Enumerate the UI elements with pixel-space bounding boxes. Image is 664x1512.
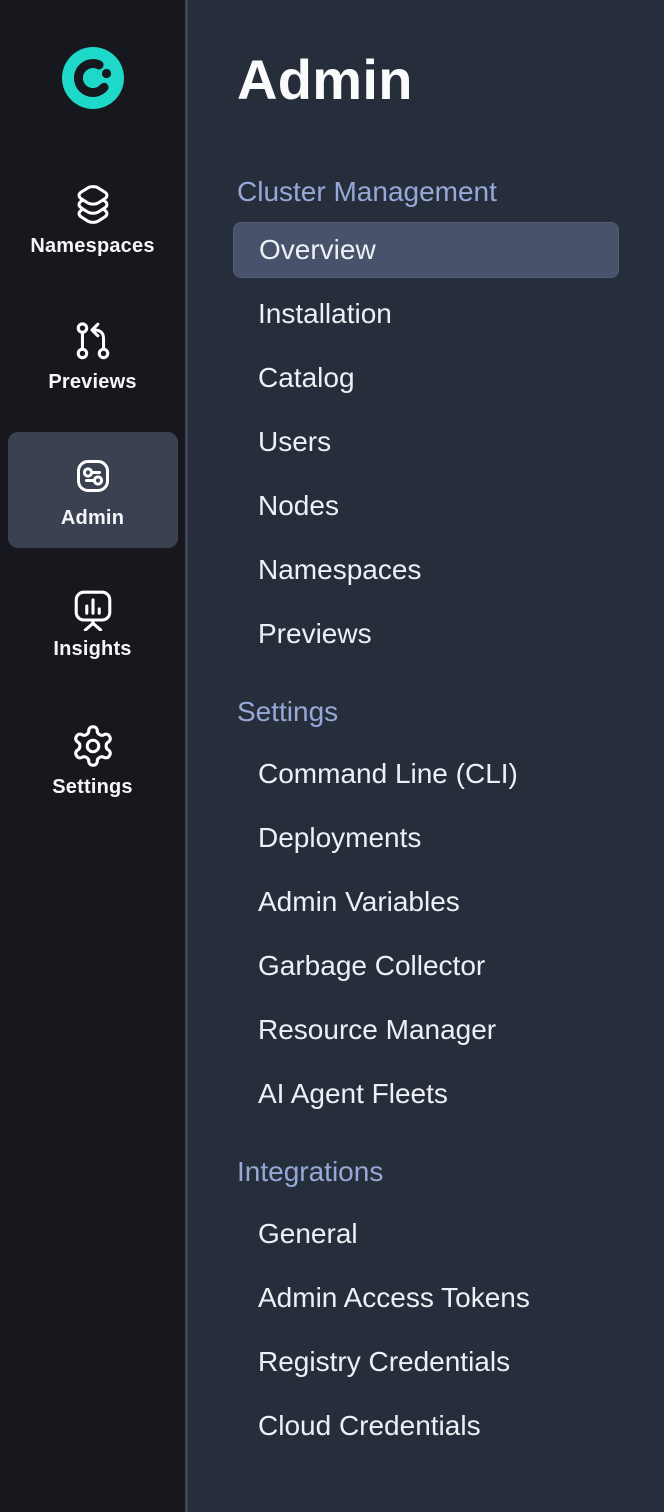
sliders-icon [69, 452, 117, 500]
cluster-management-list: Overview Installation Catalog Users Node… [233, 222, 619, 666]
rail-item-admin-active[interactable]: Admin [8, 432, 178, 548]
rail-item-label: Settings [52, 775, 133, 799]
subnav-item-catalog[interactable]: Catalog [233, 346, 619, 410]
subnav-item-overview[interactable]: Overview [233, 222, 619, 278]
gear-icon [70, 723, 116, 769]
layers-icon [70, 182, 116, 228]
rail-item-label: Previews [48, 370, 136, 394]
rail-item-settings[interactable]: Settings [8, 723, 178, 799]
subnav-item-installation[interactable]: Installation [233, 282, 619, 346]
rail-item-namespaces[interactable]: Namespaces [8, 182, 178, 258]
subnav-item-namespaces[interactable]: Namespaces [233, 538, 619, 602]
subnav-item-cloud-credentials[interactable]: Cloud Credentials [233, 1394, 619, 1458]
admin-subnav-panel: Admin Cluster Management Overview Instal… [188, 0, 664, 1512]
rail-item-label: Admin [61, 506, 124, 530]
subnav-item-deployments[interactable]: Deployments [233, 806, 619, 870]
subnav-item-nodes[interactable]: Nodes [233, 474, 619, 538]
subnav-item-general[interactable]: General [233, 1202, 619, 1266]
subnav-item-command-line-cli[interactable]: Command Line (CLI) [233, 742, 619, 806]
section-header-cluster-management: Cluster Management [237, 176, 619, 208]
subnav-item-previews[interactable]: Previews [233, 602, 619, 666]
rail-item-label: Insights [53, 637, 131, 661]
primary-nav-rail: Namespaces Previews [0, 0, 188, 1512]
subnav-item-admin-access-tokens[interactable]: Admin Access Tokens [233, 1266, 619, 1330]
cycle-logo-icon [62, 47, 124, 109]
rail-item-insights[interactable]: Insights [8, 585, 178, 661]
integrations-list: General Admin Access Tokens Registry Cre… [233, 1202, 619, 1458]
subnav-item-garbage-collector[interactable]: Garbage Collector [233, 934, 619, 998]
rail-item-label: Namespaces [30, 234, 154, 258]
section-header-integrations: Integrations [237, 1156, 619, 1188]
git-compare-icon [70, 318, 116, 364]
subnav-item-resource-manager[interactable]: Resource Manager [233, 998, 619, 1062]
subnav-item-admin-variables[interactable]: Admin Variables [233, 870, 619, 934]
settings-list: Command Line (CLI) Deployments Admin Var… [233, 742, 619, 1126]
subnav-item-users[interactable]: Users [233, 410, 619, 474]
rail-item-previews[interactable]: Previews [8, 318, 178, 394]
subnav-item-ai-agent-fleets[interactable]: AI Agent Fleets [233, 1062, 619, 1126]
presentation-chart-icon [70, 585, 116, 631]
page-title: Admin [237, 52, 619, 108]
brand-logo[interactable] [62, 47, 124, 109]
section-header-settings: Settings [237, 696, 619, 728]
subnav-item-registry-credentials[interactable]: Registry Credentials [233, 1330, 619, 1394]
app-window: Namespaces Previews [0, 0, 664, 1512]
